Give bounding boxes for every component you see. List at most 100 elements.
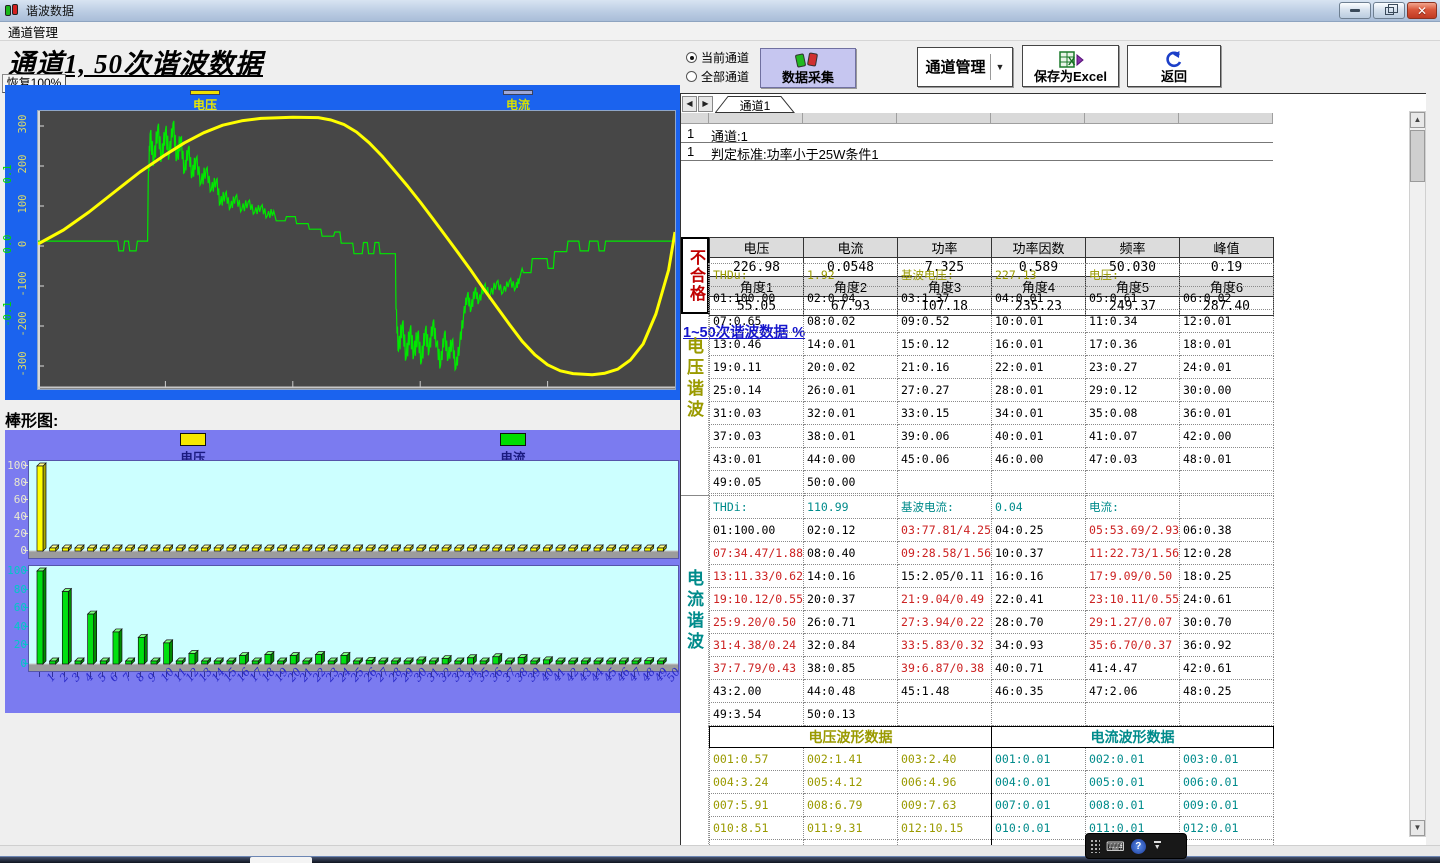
help-icon[interactable]: ? xyxy=(1131,839,1146,854)
harmonic-cell: 40:0.01 xyxy=(992,425,1086,448)
harmonic-cell xyxy=(1180,703,1274,726)
tab-channel-1[interactable]: 通道1 xyxy=(715,96,795,113)
bar-x-tick xyxy=(558,672,559,677)
svg-text:X: X xyxy=(1068,56,1076,68)
vertical-scrollbar[interactable]: ▲ ▼ xyxy=(1409,111,1426,837)
ime-options-arrow-icon[interactable]: ▼ xyxy=(1154,845,1161,851)
voltage-axis-tick-label: 200 xyxy=(17,147,29,181)
waveform-cell: 009:0.01 xyxy=(1180,794,1274,817)
voltage-line-swatch xyxy=(190,90,220,95)
excel-icon: X xyxy=(1058,51,1084,69)
bar-x-tick xyxy=(444,672,445,677)
bar-x-tick xyxy=(482,672,483,677)
harmonic-cell: 12:0.01 xyxy=(1180,310,1274,333)
waveform-data-table: 电压波形数据电流波形数据001:0.57002:1.41003:2.40001:… xyxy=(709,726,1274,845)
harmonic-cell: 29:1.27/0.07 xyxy=(1086,611,1180,634)
back-button[interactable]: 返回 xyxy=(1127,45,1221,87)
bar-x-tick xyxy=(368,672,369,677)
bar-x-tick xyxy=(39,672,40,677)
current-axis-tick-label: 0.1 xyxy=(2,157,14,191)
harmonic-header-cell: 227.13 xyxy=(992,264,1086,287)
status-strip xyxy=(0,845,1440,856)
harmonic-cell: 45:0.06 xyxy=(898,448,992,471)
dropdown-arrow-icon[interactable]: ▼ xyxy=(990,54,1005,80)
column-header-cell xyxy=(681,113,709,124)
bar-x-tick xyxy=(381,672,382,677)
ime-minimize-icon[interactable] xyxy=(1154,841,1161,843)
harmonic-cell: 15:0.12 xyxy=(898,333,992,356)
scrollbar-thumb[interactable] xyxy=(1410,130,1425,182)
minimize-button[interactable] xyxy=(1339,2,1371,19)
summary-header-cell: 功率因数 xyxy=(992,238,1086,258)
column-header-cell xyxy=(897,113,991,124)
taskbar-button[interactable] xyxy=(250,857,312,863)
save-excel-button[interactable]: X 保存为Excel xyxy=(1022,45,1119,87)
harmonic-header-cell: THDi: xyxy=(710,496,804,519)
tab-scroll-left[interactable]: ◀ xyxy=(682,96,697,112)
radio-current-channel-dot[interactable] xyxy=(686,52,697,63)
harmonic-cell: 19:10.12/0.55 xyxy=(710,588,804,611)
harmonic-cell: 02:0.04 xyxy=(804,287,898,310)
harmonic-cell: 27:0.27 xyxy=(898,379,992,402)
harmonic-cell xyxy=(992,703,1086,726)
radio-current-channel[interactable]: 当前通道 xyxy=(686,49,749,66)
voltage-axis-tick-label: 0 xyxy=(17,227,29,261)
bar-x-tick xyxy=(647,672,648,677)
summary-header-cell: 电压 xyxy=(710,238,804,258)
scroll-up-icon[interactable]: ▲ xyxy=(1410,112,1425,128)
harmonic-cell: 01:100.00 xyxy=(710,519,804,542)
radio-all-channels-dot[interactable] xyxy=(686,71,697,82)
waveform-svg xyxy=(38,111,675,389)
waveform-plot xyxy=(37,110,676,390)
voltage-axis-tick-label: -300 xyxy=(17,347,29,381)
harmonic-cell: 11:0.34 xyxy=(1086,310,1180,333)
bar-chart-panel: 电压 电流 020406080100020406080100 123456789… xyxy=(5,430,680,713)
harmonic-cell: 09:28.58/1.56 xyxy=(898,542,992,565)
bar-x-tick xyxy=(204,672,205,677)
menu-channel-management[interactable]: 通道管理 xyxy=(0,22,66,41)
bar-x-tick xyxy=(280,672,281,677)
bar-x-tick xyxy=(571,672,572,677)
bar-x-tick xyxy=(216,672,217,677)
channel-manage-button[interactable]: 通道管理 ▼ xyxy=(917,47,1013,87)
waveform-cell: 003:0.01 xyxy=(1180,748,1274,771)
bar-axis-tick xyxy=(24,482,28,483)
harmonic-cell: 12:0.28 xyxy=(1180,542,1274,565)
current-axis-tick-label: -0.1 xyxy=(2,297,14,331)
harmonic-cell xyxy=(1086,471,1180,494)
bar-x-tick xyxy=(609,672,610,677)
summary-header-cell: 频率 xyxy=(1086,238,1180,258)
bar-x-tick xyxy=(659,672,660,677)
bar-x-tick xyxy=(102,672,103,677)
harmonic-header-cell: 电流: xyxy=(1086,496,1180,519)
harmonic-cell: 13:0.46 xyxy=(710,333,804,356)
close-button[interactable]: ✕ xyxy=(1407,2,1437,19)
harmonic-cell: 02:0.12 xyxy=(804,519,898,542)
maximize-button[interactable] xyxy=(1373,2,1405,19)
harmonic-cell: 44:0.48 xyxy=(804,680,898,703)
harmonic-cell: 44:0.00 xyxy=(804,448,898,471)
harmonic-cell: 48:0.25 xyxy=(1180,680,1274,703)
keyboard-icon[interactable]: ⌨ xyxy=(1106,840,1125,853)
waveform-cell: 005:4.12 xyxy=(804,771,898,794)
bar-x-tick xyxy=(533,672,534,677)
bar-x-tick xyxy=(90,672,91,677)
data-collect-button[interactable]: 数据采集 xyxy=(760,48,856,88)
bar-x-tick xyxy=(583,672,584,677)
summary-header-cell: 功率 xyxy=(898,238,992,258)
radio-all-channels[interactable]: 全部通道 xyxy=(686,68,749,85)
harmonic-cell: 06:0.02 xyxy=(1180,287,1274,310)
tab-scroll-right[interactable]: ▶ xyxy=(698,96,713,112)
ime-drag-handle[interactable] xyxy=(1090,839,1100,853)
bar-x-tick xyxy=(267,672,268,677)
harmonic-cell: 47:0.03 xyxy=(1086,448,1180,471)
harmonic-cell xyxy=(1086,703,1180,726)
waveform-cell: 010:0.01 xyxy=(992,817,1086,840)
harmonic-header-cell: THDu: xyxy=(710,264,804,287)
window-titlebar: 谐波数据 ✕ xyxy=(0,0,1440,22)
harmonic-cell: 23:0.27 xyxy=(1086,356,1180,379)
scroll-down-icon[interactable]: ▼ xyxy=(1410,820,1425,836)
harmonic-cell: 18:0.01 xyxy=(1180,333,1274,356)
harmonic-cell: 11:22.73/1.56 xyxy=(1086,542,1180,565)
harmonic-header-cell xyxy=(1180,264,1274,287)
